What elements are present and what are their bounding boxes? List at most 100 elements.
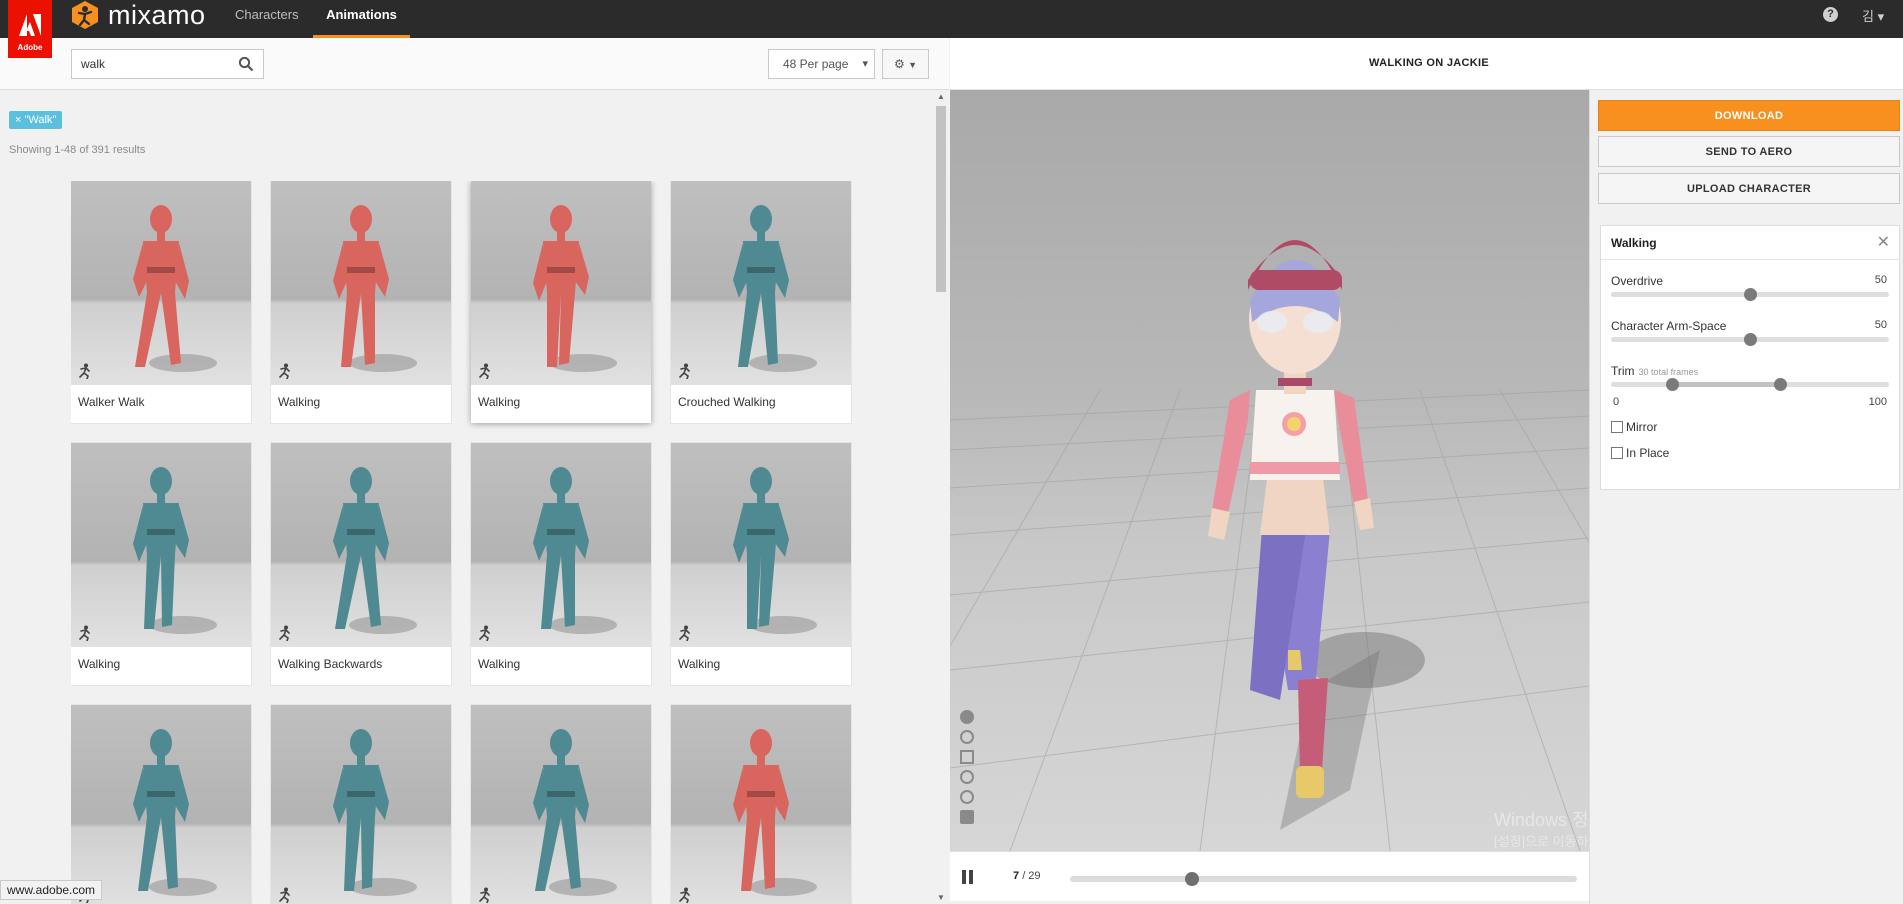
mannequin-figure bbox=[333, 729, 417, 896]
checkbox-box[interactable] bbox=[1611, 447, 1623, 459]
animation-thumbnail[interactable] bbox=[471, 181, 651, 385]
running-man-icon bbox=[677, 887, 693, 904]
viewport-tools bbox=[960, 710, 976, 830]
trim-slider[interactable] bbox=[1611, 378, 1889, 391]
animation-card[interactable]: Walking bbox=[671, 443, 851, 685]
animation-label: Walking bbox=[78, 657, 121, 671]
animation-card[interactable] bbox=[671, 705, 851, 904]
checkbox-box[interactable] bbox=[1611, 421, 1623, 433]
adobe-logo[interactable]: Adobe bbox=[8, 0, 52, 58]
animation-card[interactable] bbox=[71, 705, 251, 904]
animation-thumbnail[interactable] bbox=[671, 443, 851, 647]
in-place-label: In Place bbox=[1626, 446, 1670, 460]
download-button[interactable]: DOWNLOAD bbox=[1598, 100, 1900, 131]
overdrive-value: 50 bbox=[1874, 274, 1887, 286]
animation-card[interactable]: Walker Walk bbox=[71, 181, 251, 423]
animation-thumbnail[interactable] bbox=[271, 443, 451, 647]
animation-thumbnail[interactable] bbox=[71, 181, 251, 385]
running-man-icon bbox=[277, 363, 293, 380]
mixamo-logo[interactable]: mixamo bbox=[70, 0, 206, 30]
per-page-select[interactable]: 48 Per page ▾ bbox=[768, 49, 875, 79]
animation-card[interactable]: Walking bbox=[71, 443, 251, 685]
running-man-icon bbox=[677, 625, 693, 642]
user-initial: 김 bbox=[1862, 9, 1874, 24]
settings-title: Walking bbox=[1611, 236, 1657, 250]
playback-bar: 7 / 29 bbox=[950, 851, 1589, 901]
running-man-icon bbox=[477, 887, 493, 904]
skull-icon[interactable] bbox=[960, 710, 974, 724]
current-frame: 7 bbox=[1013, 870, 1020, 882]
tab-animations[interactable]: Animations bbox=[313, 0, 410, 38]
animation-label: Crouched Walking bbox=[678, 395, 776, 409]
scrollbar-thumb[interactable] bbox=[936, 106, 946, 292]
question-circle-icon[interactable]: ? bbox=[1823, 7, 1838, 22]
animation-thumbnail[interactable] bbox=[71, 705, 251, 904]
power-icon[interactable] bbox=[960, 790, 974, 804]
slider-knob[interactable] bbox=[1744, 288, 1757, 301]
arm-space-value: 50 bbox=[1874, 319, 1887, 331]
mannequin-figure bbox=[333, 467, 417, 634]
tab-characters[interactable]: Characters bbox=[235, 0, 299, 38]
search-input[interactable]: walk bbox=[71, 49, 264, 79]
zoom-icon[interactable] bbox=[960, 770, 974, 784]
actions-panel: DOWNLOAD SEND TO AERO UPLOAD CHARACTER W… bbox=[1589, 90, 1903, 904]
animation-label: Walking bbox=[478, 657, 521, 671]
filter-tag-walk[interactable]: × "Walk" bbox=[9, 111, 63, 129]
animation-thumbnail[interactable] bbox=[471, 443, 651, 647]
slider-knob[interactable] bbox=[1744, 333, 1757, 346]
timeline-slider[interactable] bbox=[1070, 872, 1577, 886]
per-page-value: 48 Per page bbox=[783, 57, 849, 71]
settings-dropdown-button[interactable]: ⚙ ▼ bbox=[882, 49, 929, 79]
character-preview bbox=[950, 240, 1589, 851]
top-navbar: Adobe mixamo Characters Animations ? 김 ▾ bbox=[0, 0, 1903, 58]
animation-card[interactable] bbox=[471, 705, 651, 904]
animation-thumbnail[interactable] bbox=[71, 443, 251, 647]
user-menu[interactable]: 김 ▾ bbox=[1862, 6, 1884, 25]
trim-end-knob[interactable] bbox=[1774, 378, 1787, 391]
rotate-icon[interactable] bbox=[960, 730, 974, 744]
animation-settings: Walking ✕ Overdrive 50 Character Arm-Spa… bbox=[1600, 225, 1900, 490]
mirror-label: Mirror bbox=[1626, 420, 1658, 434]
mannequin-figure bbox=[133, 729, 217, 896]
trim-range-fill bbox=[1672, 382, 1780, 387]
animation-card[interactable] bbox=[271, 705, 451, 904]
animation-thumbnail[interactable] bbox=[271, 705, 451, 904]
overdrive-slider[interactable] bbox=[1611, 288, 1889, 301]
close-icon[interactable]: ✕ bbox=[1877, 232, 1890, 252]
animation-card[interactable]: Walking bbox=[471, 443, 651, 685]
scrollbar[interactable]: ▲ ▼ bbox=[933, 90, 949, 904]
animation-label: Walking Backwards bbox=[278, 657, 383, 671]
camera-icon[interactable] bbox=[960, 810, 974, 824]
animation-label: Walking bbox=[678, 657, 721, 671]
trim-start-knob[interactable] bbox=[1666, 378, 1679, 391]
mixamo-figure-icon bbox=[72, 1, 98, 29]
scroll-up-arrow-icon[interactable]: ▲ bbox=[937, 92, 945, 101]
animation-thumbnail[interactable] bbox=[471, 705, 651, 904]
arm-space-slider[interactable] bbox=[1611, 333, 1889, 346]
search-toolbar: walk 48 Per page ▾ ⚙ ▼ bbox=[0, 38, 949, 90]
app-name: mixamo bbox=[108, 0, 206, 30]
animation-browser: walk 48 Per page ▾ ⚙ ▼ × "Walk" Showing … bbox=[0, 38, 949, 904]
running-man-icon bbox=[477, 625, 493, 642]
mirror-checkbox[interactable]: Mirror bbox=[1611, 420, 1657, 434]
animation-card[interactable]: Walking bbox=[271, 181, 451, 423]
3d-viewport[interactable] bbox=[950, 90, 1589, 851]
trim-label: Trim 30 total frames bbox=[1611, 364, 1698, 378]
mannequin-figure bbox=[733, 467, 817, 634]
pause-icon[interactable] bbox=[962, 870, 974, 884]
animation-card[interactable]: Walking bbox=[471, 181, 651, 423]
upload-character-button[interactable]: UPLOAD CHARACTER bbox=[1598, 173, 1900, 204]
scroll-down-arrow-icon[interactable]: ▼ bbox=[937, 893, 945, 902]
running-man-icon bbox=[677, 363, 693, 380]
search-icon[interactable] bbox=[238, 56, 254, 72]
animation-thumbnail[interactable] bbox=[271, 181, 451, 385]
mannequin-figure bbox=[733, 729, 817, 896]
animation-card[interactable]: Walking Backwards bbox=[271, 443, 451, 685]
animation-thumbnail[interactable] bbox=[671, 181, 851, 385]
in-place-checkbox[interactable]: In Place bbox=[1611, 446, 1669, 460]
move-icon[interactable] bbox=[960, 750, 974, 764]
animation-thumbnail[interactable] bbox=[671, 705, 851, 904]
send-to-aero-button[interactable]: SEND TO AERO bbox=[1598, 136, 1900, 167]
playhead-knob[interactable] bbox=[1185, 872, 1199, 886]
animation-card[interactable]: Crouched Walking bbox=[671, 181, 851, 423]
